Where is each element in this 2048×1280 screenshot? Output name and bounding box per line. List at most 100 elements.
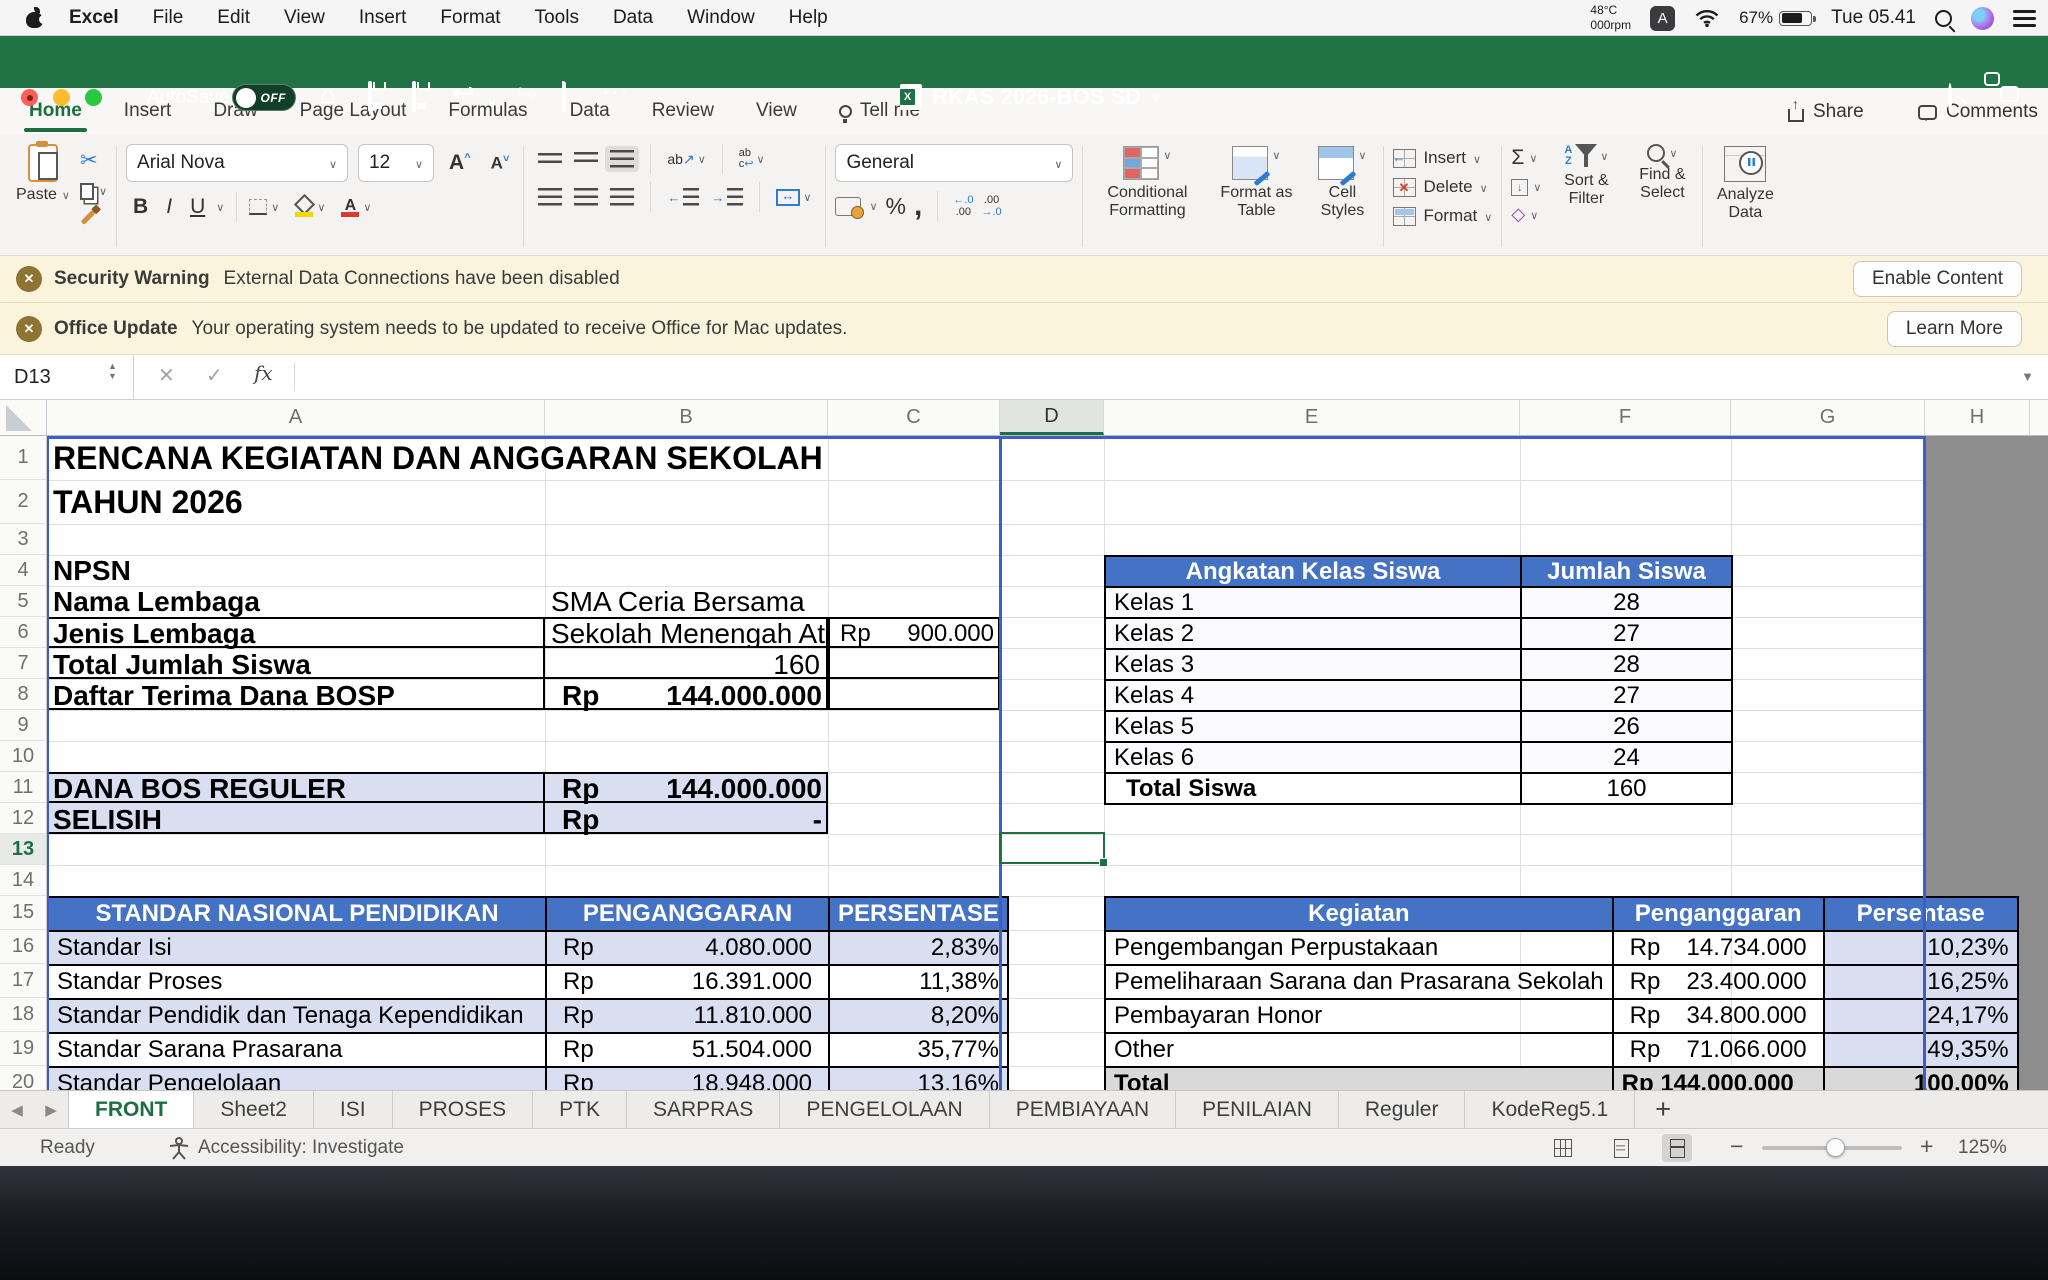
row-header-11[interactable]: 11 [0,772,46,803]
table-row[interactable]: Pengembangan Perpustakaan Rp14.734.000 1… [1105,931,2018,965]
analyze-data-button[interactable]: Analyze Data [1712,144,1778,223]
apple-menu-icon[interactable] [26,7,44,29]
row-header-13[interactable]: 13 [0,834,46,865]
menu-insert[interactable]: Insert [342,7,424,29]
row-header-3[interactable]: 3 [0,524,46,555]
clear-icon[interactable]: ◇ [1511,204,1525,225]
table-row[interactable]: Pemeliharaan Sarana dan Prasarana Sekola… [1105,965,2018,999]
merge-center-button[interactable] [771,184,816,210]
table-row[interactable]: Pembayaran Honor Rp34.800.000 24,17% [1105,999,2018,1033]
row-header-14[interactable]: 14 [0,865,46,896]
fill-chevron-icon[interactable] [1533,178,1541,196]
accessibility-icon[interactable] [168,1137,190,1161]
kelas-header-1[interactable]: Angkatan Kelas Siswa [1105,556,1521,587]
table-row[interactable]: Kelas 526 [1105,711,1732,742]
menu-app-excel[interactable]: Excel [52,7,136,29]
bold-button[interactable]: B [126,195,155,219]
sheet-tab-isi[interactable]: ISI [314,1091,393,1128]
cell-b7-value[interactable]: 160 [545,650,820,679]
underline-button[interactable]: U [183,195,212,219]
percent-style-button[interactable]: % [886,193,906,220]
autosum-chevron-icon[interactable] [1529,149,1537,167]
wrap-text-button[interactable]: abc↩ [734,144,770,174]
column-header-h[interactable]: H [1925,400,2030,435]
row-header-6[interactable]: 6 [0,617,46,648]
page-break-view-button[interactable] [1662,1134,1692,1162]
borders-icon[interactable] [249,199,267,215]
active-cell-d13[interactable] [999,832,1105,864]
table-row[interactable]: Standar Proses Rp16.391.000 11,38% [48,965,1008,999]
cell-b5-value[interactable]: SMA Ceria Bersama [551,586,805,617]
undo-chevron-icon[interactable]: ∨ [487,90,497,116]
kegiatan-header-1[interactable]: Kegiatan [1105,897,1613,931]
italic-button[interactable]: I [159,195,179,219]
snp-header-1[interactable]: STANDAR NASIONAL PENDIDIKAN [48,897,546,931]
menu-edit[interactable]: Edit [200,7,267,29]
decrease-indent-button[interactable]: ← [662,184,704,210]
cancel-icon[interactable]: ✕ [158,363,175,388]
fill-down-icon[interactable]: ↓ [1511,179,1528,196]
select-all-corner[interactable] [0,400,47,435]
column-header-f[interactable]: F [1520,400,1731,435]
row-header-17[interactable]: 17 [0,964,46,998]
sheet-tab-reguler[interactable]: Reguler [1339,1091,1466,1128]
font-color-chevron-icon[interactable] [363,198,371,216]
zoom-out-button[interactable]: − [1730,1133,1743,1160]
copy-chevron-icon[interactable] [99,182,107,200]
increase-font-button[interactable]: A^ [444,151,476,175]
document-title[interactable]: RKAS 2026-BOS SD [932,84,1141,110]
undo-icon[interactable]: ↩ [452,80,475,106]
row-header-5[interactable]: 5 [0,586,46,617]
fill-color-icon[interactable] [295,197,313,217]
save-as-icon[interactable] [368,84,372,110]
row-header-12[interactable]: 12 [0,803,46,834]
menu-file[interactable]: File [136,7,201,29]
table-row[interactable]: Kelas 128 [1105,587,1732,618]
find-select-button[interactable]: Find & Select [1631,144,1693,225]
insert-cells-button[interactable]: Insert [1393,148,1492,168]
menu-format[interactable]: Format [423,7,517,29]
align-right-button[interactable] [605,184,639,210]
conditional-formatting-button[interactable]: Conditional Formatting [1092,146,1202,221]
cut-icon[interactable]: ✂ [80,148,107,173]
sheet-tab-ptk[interactable]: PTK [533,1091,627,1128]
row-header-2[interactable]: 2 [0,480,46,524]
warning-x-icon[interactable]: ✕ [16,266,42,292]
add-sheet-button[interactable]: + [1635,1091,1691,1128]
home-icon[interactable]: ⌂ [320,81,336,107]
align-middle-button[interactable] [569,148,603,171]
decrease-decimal-button[interactable]: .00→.0 [981,194,1001,218]
cell-c6-amount[interactable]: 900.000 [828,619,994,648]
row-header-16[interactable]: 16 [0,930,46,964]
borders-chevron-icon[interactable] [271,198,279,216]
row-header-1[interactable]: 1 [0,436,46,480]
table-row[interactable]: Kelas 427 [1105,680,1732,711]
paste-chevron-icon[interactable] [62,186,70,204]
copy-icon[interactable] [80,183,94,200]
fill-color-chevron-icon[interactable] [317,198,325,216]
delete-cells-button[interactable]: Delete [1393,177,1492,197]
table-row[interactable]: Kelas 328 [1105,649,1732,680]
search-icon[interactable] [1948,86,1952,112]
row-header-4[interactable]: 4 [0,555,46,586]
kegiatan-header-2[interactable]: Penganggaran [1613,897,1824,931]
format-cells-button[interactable]: Format [1393,206,1492,226]
align-top-button[interactable] [533,149,567,169]
clear-chevron-icon[interactable] [1530,206,1538,224]
zoom-slider-knob[interactable] [1826,1138,1845,1157]
save-icon[interactable] [412,84,416,110]
battery-status[interactable]: 67% [1739,8,1812,28]
orientation-button[interactable]: ab↗ [662,146,710,172]
sheet-tab-front[interactable]: FRONT [68,1091,194,1128]
cell-a6-label[interactable]: Jenis Lembaga [53,619,255,648]
row-header-10[interactable]: 10 [0,741,46,772]
paste-button[interactable]: Paste [16,144,70,214]
snp-header-2[interactable]: PENGANGGARAN [546,897,829,931]
kelas-header-2[interactable]: Jumlah Siswa [1521,556,1732,587]
menu-window[interactable]: Window [670,7,772,29]
siri-icon[interactable] [1971,7,1994,30]
sheet-tab-pengelolaan[interactable]: PENGELOLAAN [780,1091,989,1128]
spotlight-search-icon[interactable] [1935,10,1952,27]
new-document-icon[interactable] [562,84,566,110]
cell-b6-value[interactable]: Sekolah Menengah Atas [551,619,825,648]
